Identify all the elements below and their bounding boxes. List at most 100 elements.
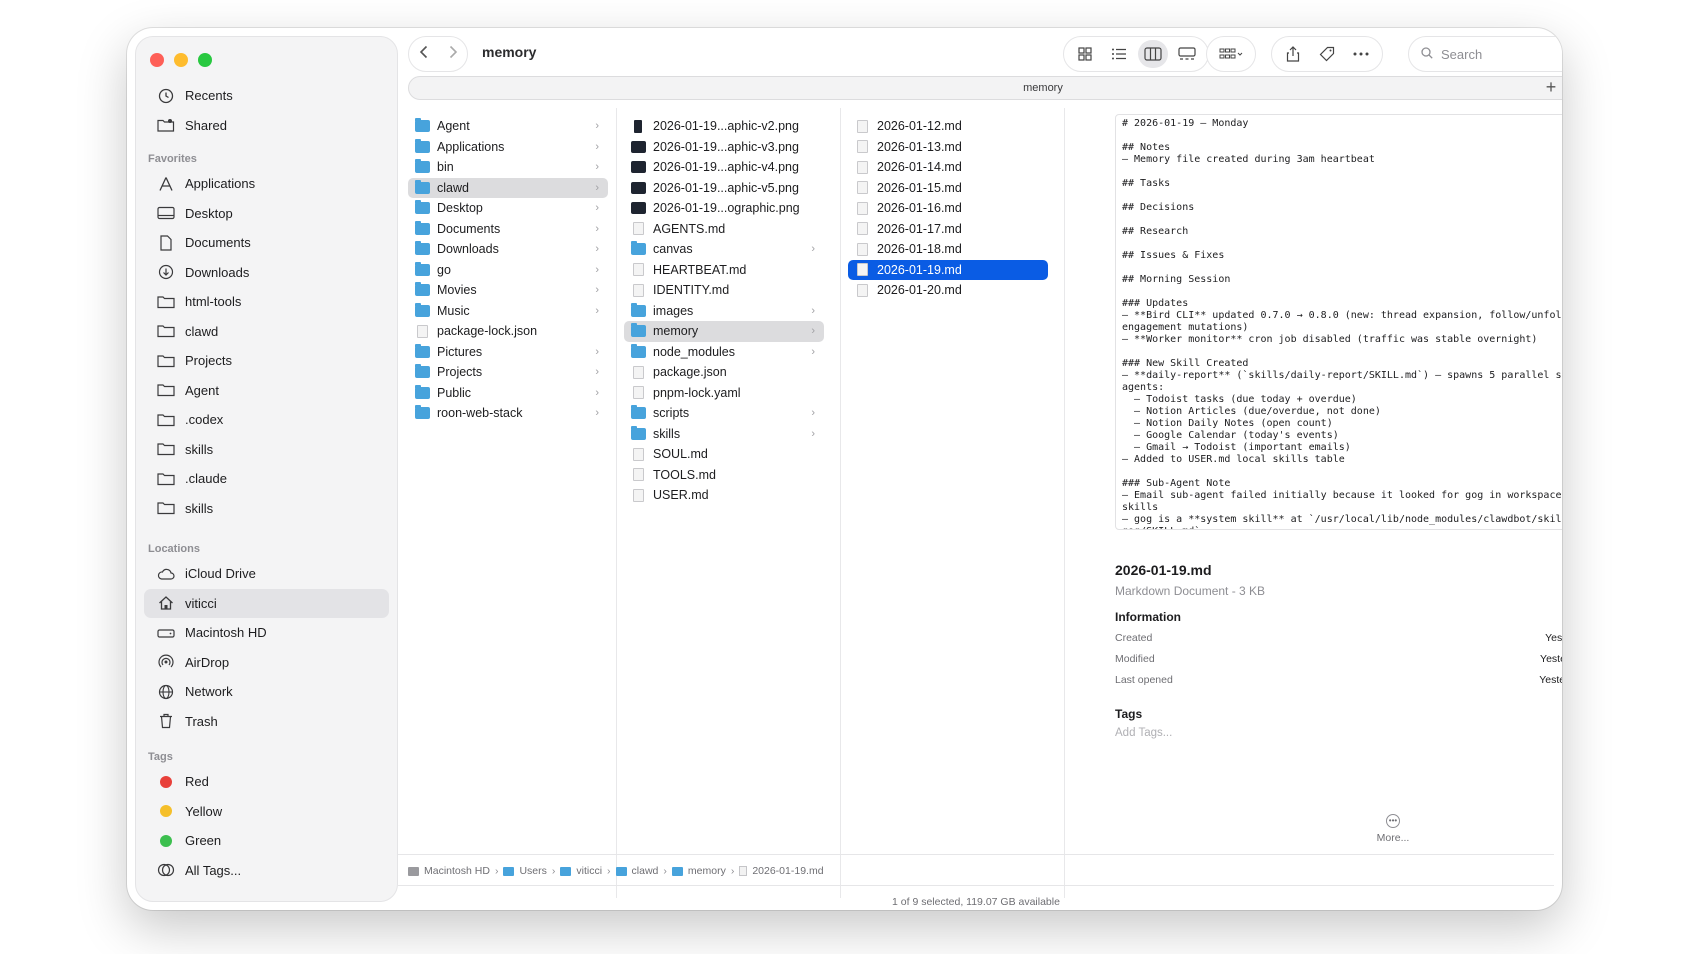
breadcrumb-item[interactable]: viticci xyxy=(560,865,602,877)
file-row[interactable]: USER.md xyxy=(624,485,824,506)
file-row[interactable]: Agent › xyxy=(408,116,608,137)
forward-button[interactable] xyxy=(448,45,458,64)
file-row[interactable]: node_modules › xyxy=(624,342,824,363)
breadcrumb-item[interactable]: memory xyxy=(671,865,726,877)
file-row[interactable]: scripts › xyxy=(624,403,824,424)
breadcrumb-label: 2026-01-19.md xyxy=(752,865,824,877)
document-icon xyxy=(633,263,644,277)
sidebar-item-skills[interactable]: skills xyxy=(144,435,389,465)
minimize-window-button[interactable] xyxy=(174,53,188,67)
sidebar-item-macintosh-hd[interactable]: Macintosh HD xyxy=(144,618,389,648)
file-row[interactable]: Documents › xyxy=(408,219,608,240)
file-row[interactable]: IDENTITY.md xyxy=(624,280,824,301)
column-divider[interactable] xyxy=(840,108,841,898)
file-row[interactable]: Public › xyxy=(408,383,608,404)
file-row[interactable]: 2026-01-16.md xyxy=(848,198,1048,219)
sidebar-item-claude[interactable]: .claude xyxy=(144,464,389,494)
file-row[interactable]: go › xyxy=(408,260,608,281)
sidebar-item-documents[interactable]: Documents xyxy=(144,228,389,258)
sidebar-item-icloud-drive[interactable]: iCloud Drive xyxy=(144,559,389,589)
file-row[interactable]: Projects › xyxy=(408,362,608,383)
file-row[interactable]: canvas › xyxy=(624,239,824,260)
zoom-window-button[interactable] xyxy=(198,53,212,67)
file-row[interactable]: 2026-01-19...aphic-v5.png xyxy=(624,178,824,199)
file-row[interactable]: pnpm-lock.yaml xyxy=(624,383,824,404)
sidebar-item-viticci[interactable]: viticci xyxy=(144,588,389,618)
sidebar-item-label: Network xyxy=(185,684,233,700)
back-button[interactable] xyxy=(419,45,429,64)
file-row[interactable]: bin › xyxy=(408,157,608,178)
file-row[interactable]: 2026-01-20.md xyxy=(848,280,1048,301)
search-field[interactable]: Search xyxy=(1408,36,1562,72)
file-row[interactable]: skills › xyxy=(624,424,824,445)
close-window-button[interactable] xyxy=(150,53,164,67)
column-divider[interactable] xyxy=(1064,108,1065,898)
gallery-view-button[interactable] xyxy=(1172,40,1202,68)
file-row[interactable]: memory › xyxy=(624,321,824,342)
sidebar-item-network[interactable]: Network xyxy=(144,677,389,707)
sidebar-item-agent[interactable]: Agent xyxy=(144,376,389,406)
file-row[interactable]: clawd › xyxy=(408,177,608,198)
file-row[interactable]: 2026-01-19...aphic-v4.png xyxy=(624,157,824,178)
list-view-button[interactable] xyxy=(1104,40,1134,68)
group-by-button[interactable] xyxy=(1206,36,1256,72)
file-preview[interactable]: # 2026-01-19 – Monday ## Notes – Memory … xyxy=(1115,114,1562,530)
file-row[interactable]: Downloads › xyxy=(408,239,608,260)
file-row[interactable]: 2026-01-19...aphic-v3.png xyxy=(624,137,824,158)
file-row[interactable]: Pictures › xyxy=(408,342,608,363)
sidebar-tag-green[interactable]: Green xyxy=(144,826,389,856)
sidebar-item-recents[interactable]: Recents xyxy=(144,81,389,111)
file-row[interactable]: AGENTS.md xyxy=(624,219,824,240)
file-row[interactable]: Music › xyxy=(408,301,608,322)
sidebar-item-trash[interactable]: Trash xyxy=(144,707,389,737)
sidebar-item-downloads[interactable]: Downloads xyxy=(144,258,389,288)
share-icon[interactable] xyxy=(1278,40,1308,68)
file-row[interactable]: Desktop › xyxy=(408,198,608,219)
sidebar-tag-red[interactable]: Red xyxy=(144,767,389,797)
tab-bar-path[interactable]: memory xyxy=(408,76,1562,100)
sidebar-item-shared[interactable]: Shared xyxy=(144,111,389,141)
breadcrumb-item[interactable]: Users xyxy=(503,865,547,877)
more-actions-icon[interactable] xyxy=(1346,40,1376,68)
file-name-label: 2026-01-15.md xyxy=(877,180,962,195)
file-row[interactable]: 2026-01-17.md xyxy=(848,219,1048,240)
icon-view-button[interactable] xyxy=(1070,40,1100,68)
column-view-button[interactable] xyxy=(1138,40,1168,68)
breadcrumb-item[interactable]: Macintosh HD xyxy=(408,865,490,877)
breadcrumb-item[interactable]: 2026-01-19.md xyxy=(739,865,824,877)
new-tab-button[interactable]: + xyxy=(1539,75,1562,99)
sidebar-item-skills-2[interactable]: skills xyxy=(144,494,389,524)
breadcrumb-item[interactable]: clawd xyxy=(615,865,658,877)
file-row[interactable]: 2026-01-19...aphic-v2.png xyxy=(624,116,824,137)
file-row[interactable]: images › xyxy=(624,301,824,322)
sidebar-item-clawd[interactable]: clawd xyxy=(144,317,389,347)
file-row[interactable]: HEARTBEAT.md xyxy=(624,260,824,281)
sidebar-item-codex[interactable]: .codex xyxy=(144,405,389,435)
more-button[interactable]: ••• More... xyxy=(1363,814,1423,844)
file-row[interactable]: 2026-01-18.md xyxy=(848,239,1048,260)
sidebar-tag-all-tags[interactable]: All Tags... xyxy=(144,856,389,886)
sidebar-item-html-tools[interactable]: html-tools xyxy=(144,287,389,317)
tag-icon[interactable] xyxy=(1312,40,1342,68)
file-row[interactable]: 2026-01-15.md xyxy=(848,178,1048,199)
file-row[interactable]: package.json xyxy=(624,362,824,383)
file-row[interactable]: 2026-01-13.md xyxy=(848,137,1048,158)
file-row[interactable]: 2026-01-14.md xyxy=(848,157,1048,178)
file-row[interactable]: 2026-01-19...ographic.png xyxy=(624,198,824,219)
file-row[interactable]: SOUL.md xyxy=(624,444,824,465)
sidebar-tag-yellow[interactable]: Yellow xyxy=(144,797,389,827)
file-row[interactable]: 2026-01-12.md xyxy=(848,116,1048,137)
file-row[interactable]: TOOLS.md xyxy=(624,465,824,486)
file-row[interactable]: Applications › xyxy=(408,137,608,158)
sidebar-item-projects[interactable]: Projects xyxy=(144,346,389,376)
sidebar-item-airdrop[interactable]: AirDrop xyxy=(144,648,389,678)
column-divider[interactable] xyxy=(616,108,617,898)
add-tags-field[interactable]: Add Tags... xyxy=(1115,727,1562,739)
folder-icon xyxy=(415,343,430,358)
sidebar-item-desktop[interactable]: Desktop xyxy=(144,199,389,229)
file-row[interactable]: roon-web-stack › xyxy=(408,403,608,424)
file-row[interactable]: package-lock.json xyxy=(408,321,608,342)
sidebar-item-applications[interactable]: Applications xyxy=(144,169,389,199)
file-row[interactable]: 2026-01-19.md xyxy=(848,259,1048,280)
file-row[interactable]: Movies › xyxy=(408,280,608,301)
